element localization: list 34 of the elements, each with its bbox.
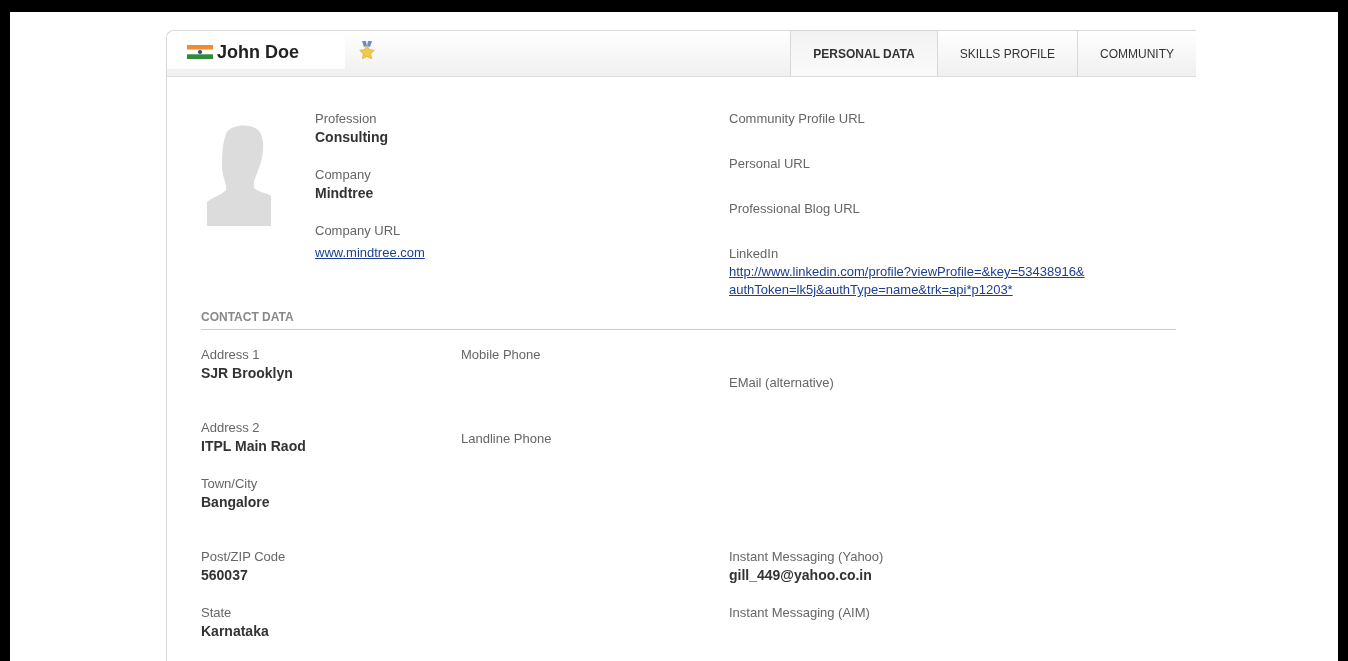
tab[interactable]: SKILLS PROFILE [936, 31, 1077, 76]
field-label: State [201, 604, 233, 622]
field-label: EMail (alternative) [729, 374, 835, 392]
field-value: Bangalore [201, 493, 271, 511]
field-label: Address 1 [201, 346, 261, 364]
field-label: Company URL [315, 222, 402, 240]
field-value: gill_449@yahoo.co.in [729, 566, 873, 584]
field-label: Landline Phone [461, 430, 553, 448]
field-label: Personal URL [729, 155, 811, 173]
field-label: Company [315, 166, 372, 184]
tab[interactable]: PERSONAL DATA [790, 31, 937, 76]
star-medal-icon [359, 41, 375, 59]
field-label: Post/ZIP Code [201, 548, 287, 566]
field-value: 560037 [201, 566, 249, 584]
field-value: ITPL Main Raod [201, 437, 307, 455]
field-value: Mindtree [315, 184, 375, 202]
field-link[interactable]: http://www.linkedin.com/profile?viewProfile=&key=53438916& authToken=lk5j&authType=name&trk=api*p1203* [729, 263, 1119, 299]
field-label: Mobile Phone [461, 346, 542, 364]
field-label: Instant Messaging (Yahoo) [729, 548, 885, 566]
field-link[interactable]: www.mindtree.com [315, 244, 425, 262]
field-label: Instant Messaging (AIM) [729, 604, 871, 622]
field-label: Address 2 [201, 419, 261, 437]
field-label: Profession [315, 110, 378, 128]
section-heading: CONTACT DATA [201, 308, 1176, 330]
field-value: SJR Brooklyn [201, 364, 294, 382]
field-label: LinkedIn [729, 245, 780, 263]
field-label: Community Profile URL [729, 110, 866, 128]
profile-name: John Doe [217, 40, 299, 64]
flag-icon [187, 45, 213, 59]
field-label: Town/City [201, 475, 259, 493]
field-label: Professional Blog URL [729, 200, 861, 218]
field-value: Consulting [315, 128, 390, 146]
field-value: Karnataka [201, 622, 270, 640]
tab[interactable]: COMMUNITY [1077, 31, 1196, 76]
